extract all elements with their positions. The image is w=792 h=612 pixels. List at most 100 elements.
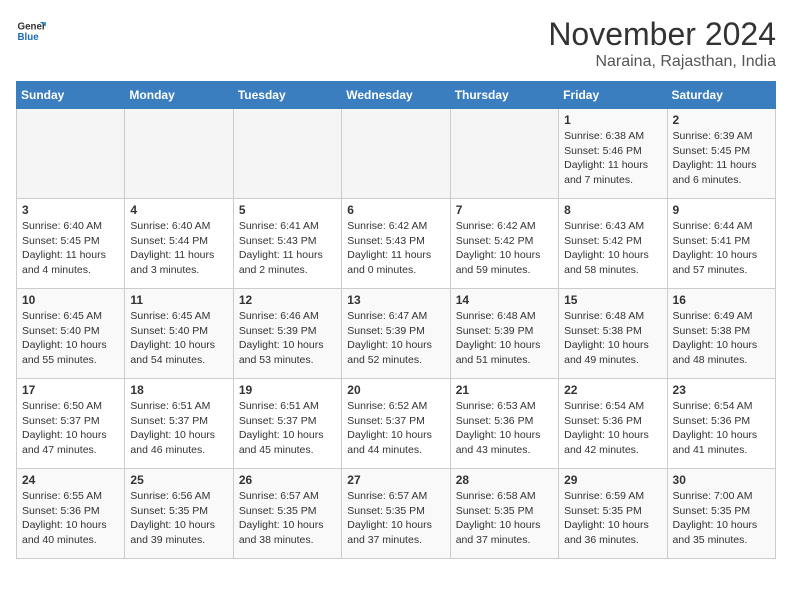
calendar-cell: 7 Sunrise: 6:42 AM Sunset: 5:42 PM Daylig… xyxy=(450,199,558,289)
calendar-cell: 22 Sunrise: 6:54 AM Sunset: 5:36 PM Dayli… xyxy=(559,379,667,469)
svg-text:Blue: Blue xyxy=(18,32,40,43)
calendar-cell: 27 Sunrise: 6:57 AM Sunset: 5:35 PM Dayli… xyxy=(342,469,450,559)
day-info: Sunrise: 6:54 AM Sunset: 5:36 PM Dayligh… xyxy=(673,399,770,458)
day-number: 27 xyxy=(347,473,444,487)
day-number: 29 xyxy=(564,473,661,487)
day-number: 11 xyxy=(130,293,227,307)
calendar-week-row: 10 Sunrise: 6:45 AM Sunset: 5:40 PM Dayli… xyxy=(17,289,776,379)
day-info: Sunrise: 6:45 AM Sunset: 5:40 PM Dayligh… xyxy=(130,309,227,368)
day-info: Sunrise: 6:49 AM Sunset: 5:38 PM Dayligh… xyxy=(673,309,770,368)
calendar-cell: 4 Sunrise: 6:40 AM Sunset: 5:44 PM Daylig… xyxy=(125,199,233,289)
calendar-cell: 2Sunrise: 6:39 AM Sunset: 5:45 PM Daylig… xyxy=(667,109,775,199)
calendar-cell: 13 Sunrise: 6:47 AM Sunset: 5:39 PM Dayli… xyxy=(342,289,450,379)
calendar-cell: 11 Sunrise: 6:45 AM Sunset: 5:40 PM Dayli… xyxy=(125,289,233,379)
calendar-cell: 25 Sunrise: 6:56 AM Sunset: 5:35 PM Dayli… xyxy=(125,469,233,559)
calendar-cell xyxy=(233,109,341,199)
day-info: Sunrise: 6:58 AM Sunset: 5:35 PM Dayligh… xyxy=(456,489,553,548)
calendar-cell: 24Sunrise: 6:55 AM Sunset: 5:36 PM Dayli… xyxy=(17,469,125,559)
calendar-cell: 9 Sunrise: 6:44 AM Sunset: 5:41 PM Daylig… xyxy=(667,199,775,289)
day-info: Sunrise: 6:56 AM Sunset: 5:35 PM Dayligh… xyxy=(130,489,227,548)
calendar-cell: 29 Sunrise: 6:59 AM Sunset: 5:35 PM Dayli… xyxy=(559,469,667,559)
day-info: Sunrise: 6:40 AM Sunset: 5:44 PM Dayligh… xyxy=(130,219,227,278)
page-header: General Blue November 2024 Naraina, Raja… xyxy=(16,16,776,71)
day-number: 30 xyxy=(673,473,770,487)
calendar-cell: 1Sunrise: 6:38 AM Sunset: 5:46 PM Daylig… xyxy=(559,109,667,199)
day-of-week-header: Tuesday xyxy=(233,82,341,109)
day-of-week-header: Thursday xyxy=(450,82,558,109)
day-number: 10 xyxy=(22,293,119,307)
calendar-cell: 17 Sunrise: 6:50 AM Sunset: 5:37 PM Dayli… xyxy=(17,379,125,469)
day-number: 5 xyxy=(239,203,336,217)
day-info: Sunrise: 6:38 AM Sunset: 5:46 PM Dayligh… xyxy=(564,129,661,188)
day-number: 17 xyxy=(22,383,119,397)
day-info: Sunrise: 6:40 AM Sunset: 5:45 PM Dayligh… xyxy=(22,219,119,278)
calendar-cell: 18 Sunrise: 6:51 AM Sunset: 5:37 PM Dayli… xyxy=(125,379,233,469)
day-info: Sunrise: 6:39 AM Sunset: 5:45 PM Dayligh… xyxy=(673,129,770,188)
day-of-week-header: Wednesday xyxy=(342,82,450,109)
calendar-cell: 28 Sunrise: 6:58 AM Sunset: 5:35 PM Dayli… xyxy=(450,469,558,559)
day-info: Sunrise: 6:41 AM Sunset: 5:43 PM Dayligh… xyxy=(239,219,336,278)
day-info: Sunrise: 6:42 AM Sunset: 5:43 PM Dayligh… xyxy=(347,219,444,278)
day-number: 26 xyxy=(239,473,336,487)
day-number: 8 xyxy=(564,203,661,217)
calendar-cell: 6 Sunrise: 6:42 AM Sunset: 5:43 PM Daylig… xyxy=(342,199,450,289)
day-info: Sunrise: 6:48 AM Sunset: 5:38 PM Dayligh… xyxy=(564,309,661,368)
day-number: 22 xyxy=(564,383,661,397)
day-info: Sunrise: 6:42 AM Sunset: 5:42 PM Dayligh… xyxy=(456,219,553,278)
calendar-cell xyxy=(342,109,450,199)
calendar-cell: 26Sunrise: 6:57 AM Sunset: 5:35 PM Dayli… xyxy=(233,469,341,559)
logo: General Blue xyxy=(16,16,46,46)
day-number: 6 xyxy=(347,203,444,217)
day-of-week-header: Friday xyxy=(559,82,667,109)
calendar-cell: 14 Sunrise: 6:48 AM Sunset: 5:39 PM Dayli… xyxy=(450,289,558,379)
day-info: Sunrise: 6:51 AM Sunset: 5:37 PM Dayligh… xyxy=(130,399,227,458)
calendar-cell: 23Sunrise: 6:54 AM Sunset: 5:36 PM Dayli… xyxy=(667,379,775,469)
day-info: Sunrise: 6:53 AM Sunset: 5:36 PM Dayligh… xyxy=(456,399,553,458)
day-number: 28 xyxy=(456,473,553,487)
day-number: 18 xyxy=(130,383,227,397)
calendar-cell: 15 Sunrise: 6:48 AM Sunset: 5:38 PM Dayli… xyxy=(559,289,667,379)
calendar-cell: 5 Sunrise: 6:41 AM Sunset: 5:43 PM Daylig… xyxy=(233,199,341,289)
month-title: November 2024 xyxy=(548,16,776,53)
calendar-cell: 16 Sunrise: 6:49 AM Sunset: 5:38 PM Dayli… xyxy=(667,289,775,379)
day-info: Sunrise: 6:59 AM Sunset: 5:35 PM Dayligh… xyxy=(564,489,661,548)
logo-icon: General Blue xyxy=(16,16,46,46)
day-number: 9 xyxy=(673,203,770,217)
calendar-cell: 20Sunrise: 6:52 AM Sunset: 5:37 PM Dayli… xyxy=(342,379,450,469)
day-info: Sunrise: 6:46 AM Sunset: 5:39 PM Dayligh… xyxy=(239,309,336,368)
calendar-cell: 21 Sunrise: 6:53 AM Sunset: 5:36 PM Dayli… xyxy=(450,379,558,469)
day-info: Sunrise: 6:57 AM Sunset: 5:35 PM Dayligh… xyxy=(347,489,444,548)
day-number: 16 xyxy=(673,293,770,307)
day-info: Sunrise: 6:48 AM Sunset: 5:39 PM Dayligh… xyxy=(456,309,553,368)
day-number: 25 xyxy=(130,473,227,487)
day-info: Sunrise: 6:51 AM Sunset: 5:37 PM Dayligh… xyxy=(239,399,336,458)
calendar-week-row: 17 Sunrise: 6:50 AM Sunset: 5:37 PM Dayli… xyxy=(17,379,776,469)
day-info: Sunrise: 6:50 AM Sunset: 5:37 PM Dayligh… xyxy=(22,399,119,458)
calendar-cell: 12Sunrise: 6:46 AM Sunset: 5:39 PM Dayli… xyxy=(233,289,341,379)
day-number: 14 xyxy=(456,293,553,307)
day-info: Sunrise: 7:00 AM Sunset: 5:35 PM Dayligh… xyxy=(673,489,770,548)
calendar-week-row: 24Sunrise: 6:55 AM Sunset: 5:36 PM Dayli… xyxy=(17,469,776,559)
calendar-header-row: SundayMondayTuesdayWednesdayThursdayFrid… xyxy=(17,82,776,109)
calendar-cell xyxy=(450,109,558,199)
day-number: 15 xyxy=(564,293,661,307)
calendar-week-row: 3Sunrise: 6:40 AM Sunset: 5:45 PM Daylig… xyxy=(17,199,776,289)
day-of-week-header: Sunday xyxy=(17,82,125,109)
day-number: 13 xyxy=(347,293,444,307)
day-info: Sunrise: 6:44 AM Sunset: 5:41 PM Dayligh… xyxy=(673,219,770,278)
day-info: Sunrise: 6:54 AM Sunset: 5:36 PM Dayligh… xyxy=(564,399,661,458)
day-of-week-header: Saturday xyxy=(667,82,775,109)
calendar-week-row: 1Sunrise: 6:38 AM Sunset: 5:46 PM Daylig… xyxy=(17,109,776,199)
title-block: November 2024 Naraina, Rajasthan, India xyxy=(548,16,776,71)
day-info: Sunrise: 6:47 AM Sunset: 5:39 PM Dayligh… xyxy=(347,309,444,368)
calendar-table: SundayMondayTuesdayWednesdayThursdayFrid… xyxy=(16,81,776,559)
day-number: 21 xyxy=(456,383,553,397)
day-number: 7 xyxy=(456,203,553,217)
calendar-cell: 19 Sunrise: 6:51 AM Sunset: 5:37 PM Dayli… xyxy=(233,379,341,469)
day-number: 19 xyxy=(239,383,336,397)
day-number: 20 xyxy=(347,383,444,397)
day-number: 4 xyxy=(130,203,227,217)
day-of-week-header: Monday xyxy=(125,82,233,109)
calendar-cell: 8Sunrise: 6:43 AM Sunset: 5:42 PM Daylig… xyxy=(559,199,667,289)
calendar-cell: 3Sunrise: 6:40 AM Sunset: 5:45 PM Daylig… xyxy=(17,199,125,289)
